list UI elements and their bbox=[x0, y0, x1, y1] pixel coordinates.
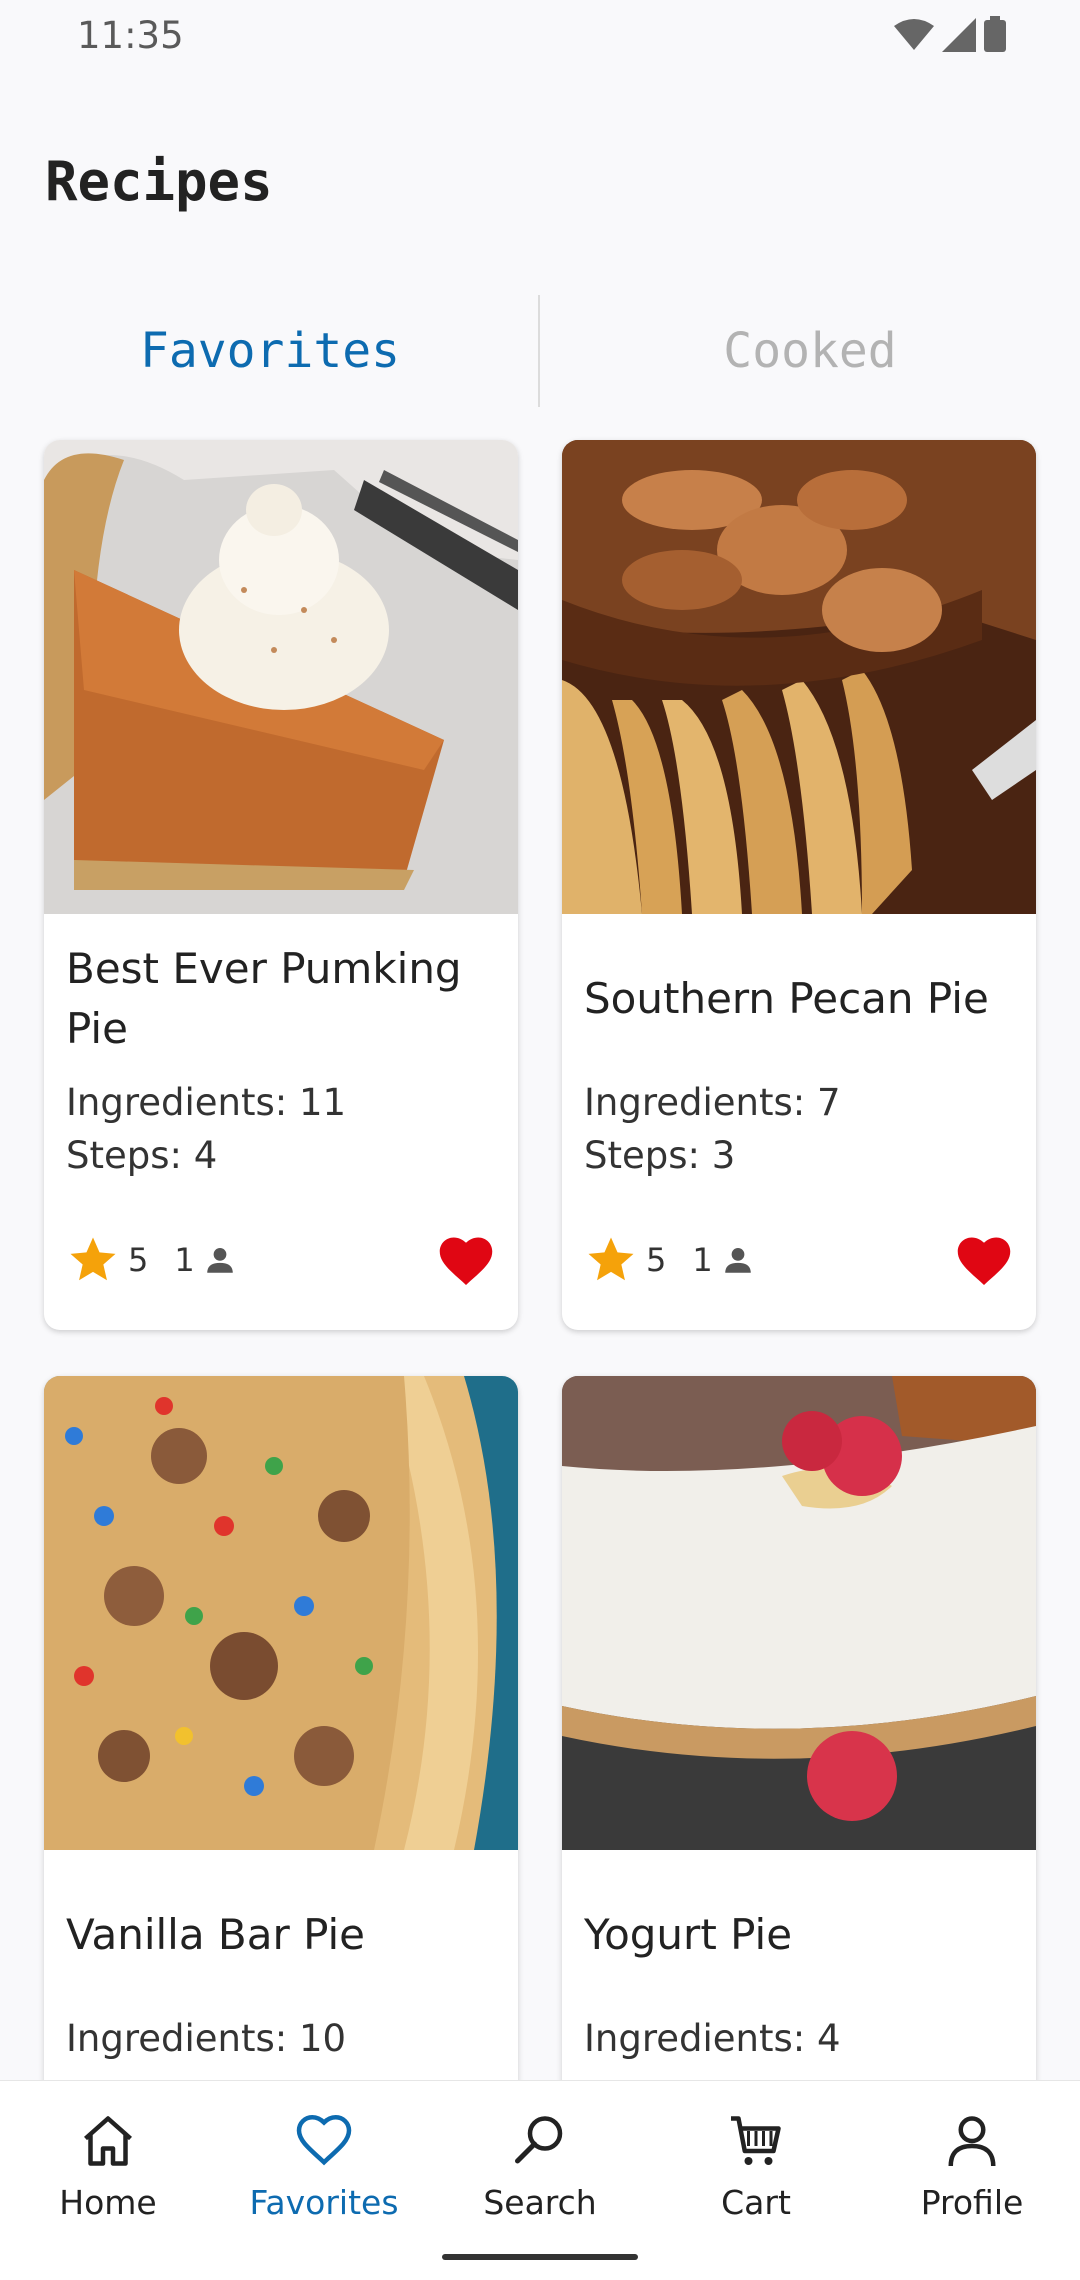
search-icon bbox=[515, 2116, 563, 2164]
nav-profile[interactable]: Profile bbox=[864, 2111, 1080, 2251]
favorite-heart-icon[interactable] bbox=[436, 1232, 496, 1288]
nav-label: Profile bbox=[920, 2183, 1024, 2222]
wifi-icon bbox=[894, 19, 934, 50]
nav-cart[interactable]: Cart bbox=[648, 2111, 864, 2251]
recipe-image-cookie-pie bbox=[44, 1376, 518, 1850]
star-icon bbox=[70, 1237, 116, 1281]
favorite-heart-icon[interactable] bbox=[954, 1232, 1014, 1288]
nav-home[interactable]: Home bbox=[0, 2111, 216, 2251]
person-icon bbox=[724, 1247, 751, 1273]
nav-favorites[interactable]: Favorites bbox=[216, 2111, 432, 2251]
user-count: 1 bbox=[174, 1241, 195, 1279]
nav-search[interactable]: Search bbox=[432, 2111, 648, 2251]
recipe-meta: Ingredients: 10 bbox=[66, 2012, 346, 2065]
page-title: Recipes bbox=[45, 150, 273, 213]
recipe-title: Southern Pecan Pie bbox=[584, 974, 989, 1023]
recipe-title: Yogurt Pie bbox=[584, 1910, 793, 1959]
recipe-card[interactable]: Best Ever Pumking Pie Ingredients: 11 St… bbox=[44, 440, 518, 1330]
home-indicator[interactable] bbox=[442, 2254, 638, 2260]
recipe-title: Vanilla Bar Pie bbox=[66, 1910, 366, 1959]
recipe-meta: Ingredients: 11 Steps: 4 bbox=[66, 1076, 346, 1182]
recipe-card[interactable]: Southern Pecan Pie Ingredients: 7 Steps:… bbox=[562, 440, 1036, 1330]
bottom-navigation: Home Favorites Search Cart Profile bbox=[0, 2080, 1080, 2280]
recipe-steps: Steps: 3 bbox=[584, 1134, 736, 1177]
recipe-image-pumpkin-pie bbox=[44, 440, 518, 914]
recipe-footer: 5 1 bbox=[584, 1230, 1014, 1290]
rating-value: 5 bbox=[128, 1241, 149, 1279]
recipe-image-yogurt-pie bbox=[562, 1376, 1036, 1850]
tab-bar: Favorites Cooked bbox=[0, 295, 1080, 407]
battery-icon bbox=[984, 16, 1006, 52]
recipe-ingredients: Ingredients: 4 bbox=[584, 2017, 841, 2060]
status-bar: 11:35 bbox=[0, 0, 1080, 70]
signal-icon bbox=[942, 18, 976, 52]
nav-label: Cart bbox=[721, 2183, 791, 2222]
recipe-ingredients: Ingredients: 10 bbox=[66, 2017, 347, 2060]
person-icon bbox=[206, 1247, 233, 1273]
recipe-steps: Steps: 4 bbox=[66, 1134, 218, 1177]
status-time: 11:35 bbox=[77, 14, 184, 57]
recipe-meta: Ingredients: 4 bbox=[584, 2012, 841, 2065]
recipe-meta: Ingredients: 7 Steps: 3 bbox=[584, 1076, 841, 1182]
tab-cooked[interactable]: Cooked bbox=[540, 295, 1080, 407]
status-icons bbox=[894, 16, 1006, 52]
rating-value: 5 bbox=[646, 1241, 667, 1279]
home-icon bbox=[84, 2116, 132, 2166]
cart-icon bbox=[731, 2116, 781, 2165]
nav-label: Home bbox=[59, 2183, 157, 2222]
heart-icon bbox=[296, 2114, 352, 2166]
recipe-image-pecan-pie bbox=[562, 440, 1036, 914]
tab-favorites[interactable]: Favorites bbox=[0, 295, 540, 407]
nav-label: Favorites bbox=[249, 2183, 399, 2222]
recipe-footer: 5 1 bbox=[66, 1230, 496, 1290]
recipe-ingredients: Ingredients: 11 bbox=[66, 1081, 347, 1124]
recipe-ingredients: Ingredients: 7 bbox=[584, 1081, 841, 1124]
star-icon bbox=[588, 1237, 634, 1281]
profile-icon bbox=[948, 2116, 996, 2167]
recipe-title: Best Ever Pumking Pie bbox=[66, 944, 462, 1053]
nav-label: Search bbox=[483, 2183, 597, 2222]
user-count: 1 bbox=[692, 1241, 713, 1279]
